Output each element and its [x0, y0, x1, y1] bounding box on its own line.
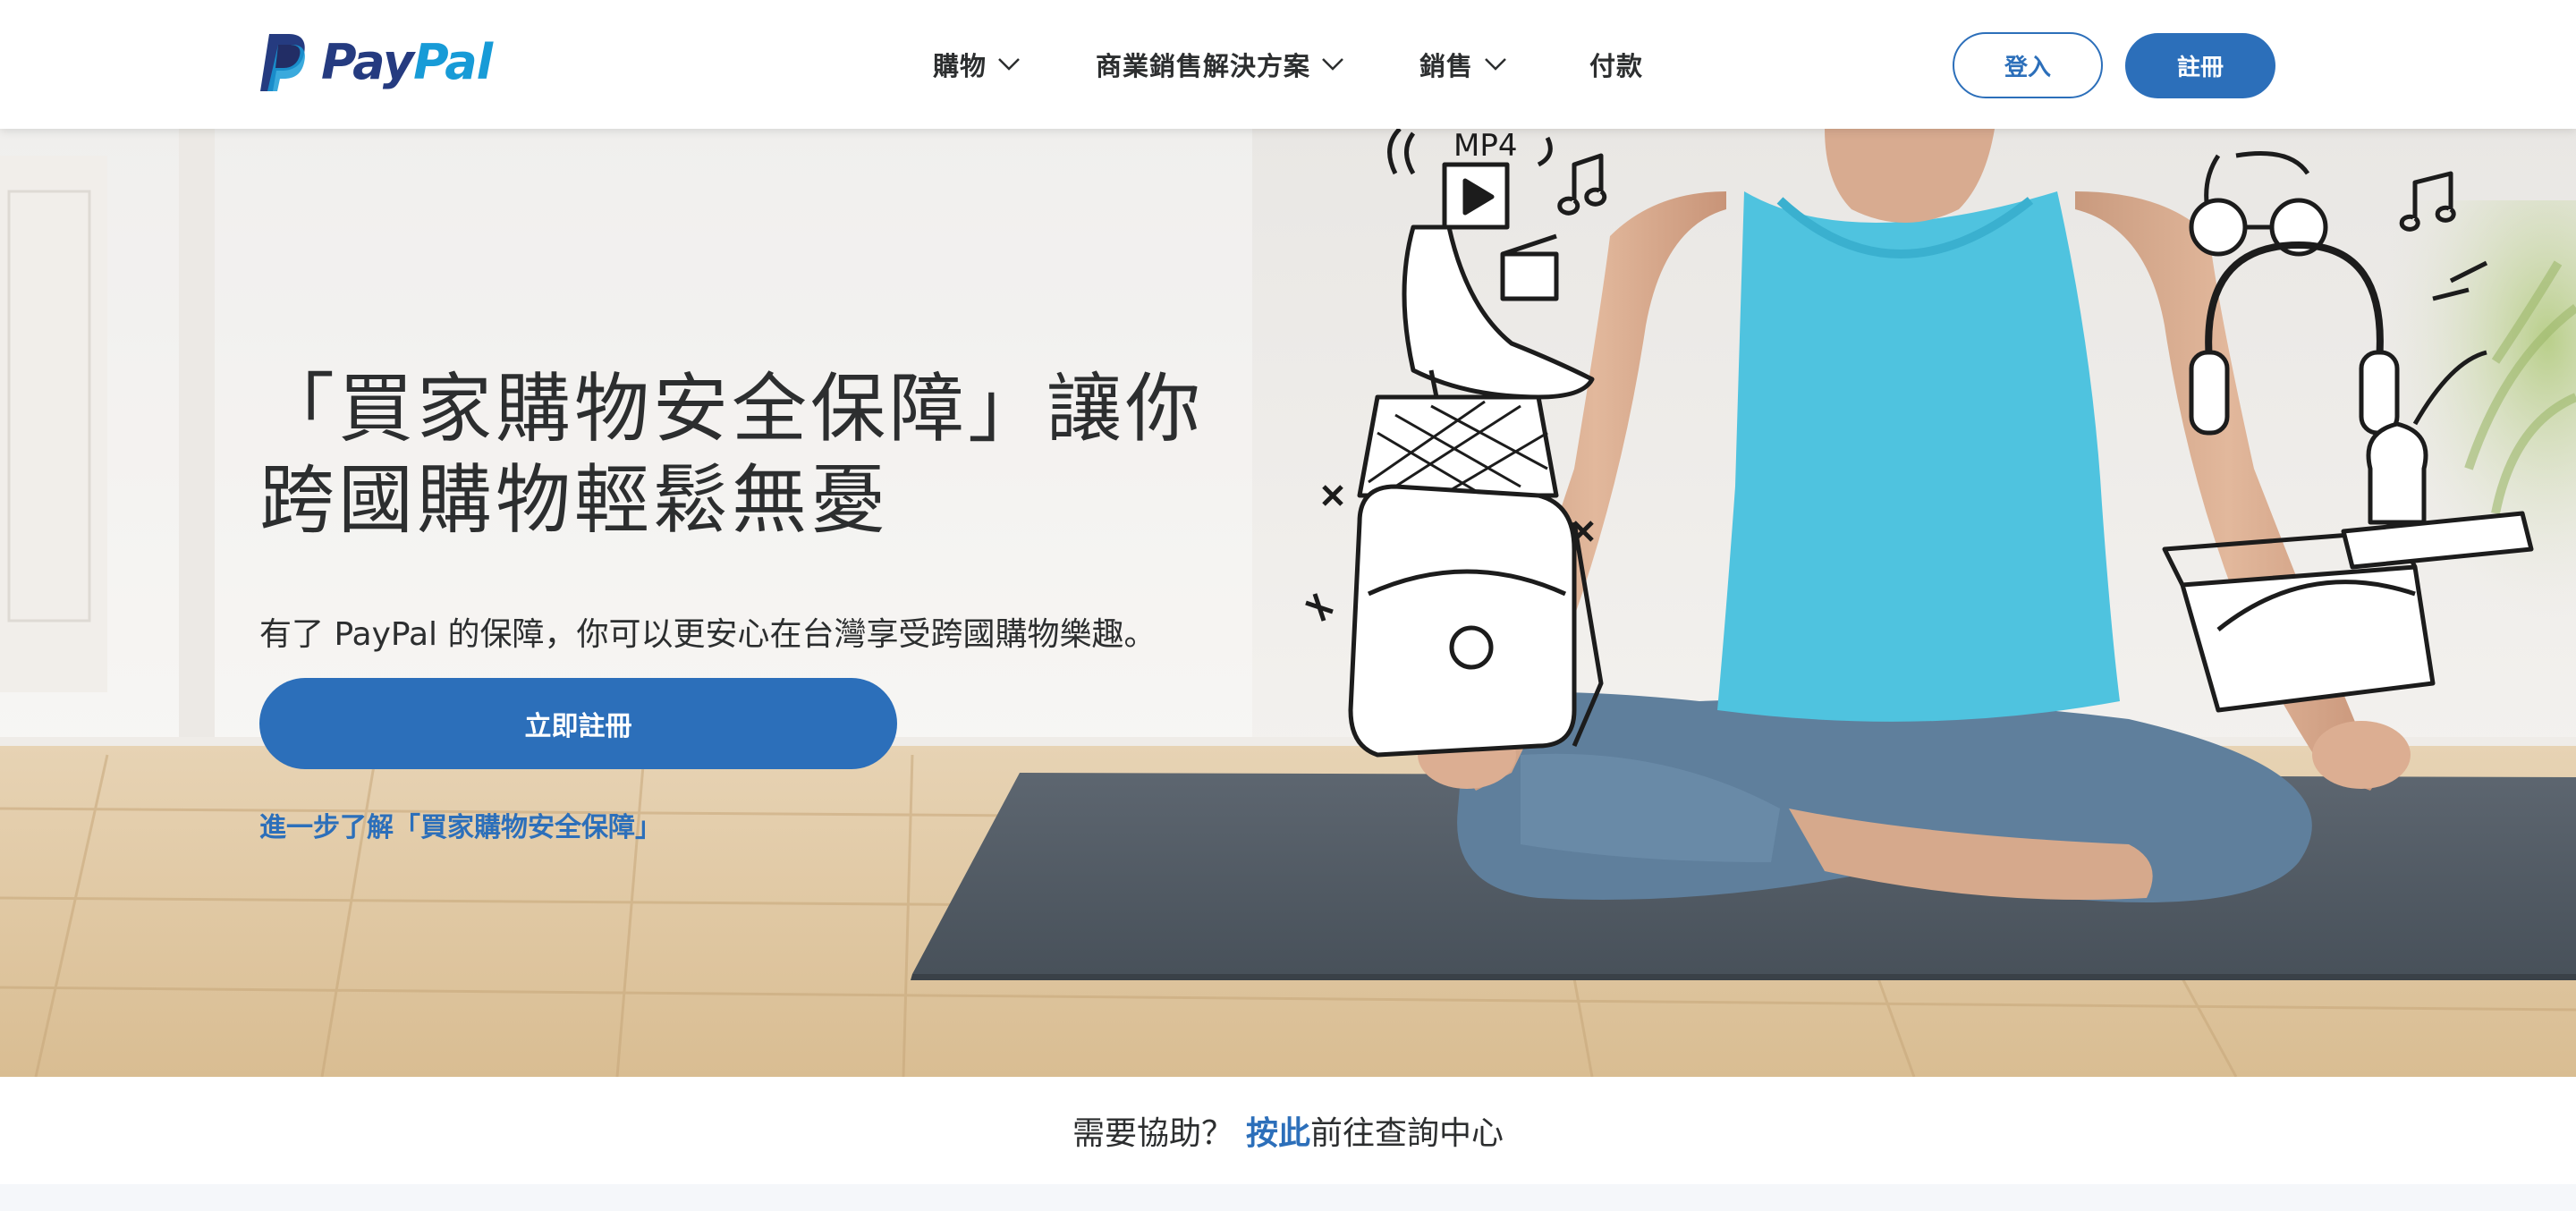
nav-pay[interactable]: 付款 — [1589, 46, 1643, 83]
hero-background-image: MP4 — [0, 129, 2576, 1077]
login-button[interactable]: 登入 — [1953, 32, 2103, 98]
help-prefix: 需要協助？ — [1072, 1115, 1233, 1152]
hero-title: 「買家購物安全保障」讓你跨國購物輕鬆無憂 — [259, 365, 1205, 544]
nav-business-solutions-label: 商業銷售解決方案 — [1096, 51, 1311, 81]
nav-sell-label: 銷售 — [1419, 51, 1474, 81]
nav-pay-label: 付款 — [1589, 51, 1644, 81]
hero-subtitle: 有了 PayPal 的保障，你可以更安心在台灣享受跨國購物樂趣。 — [259, 616, 1157, 653]
paypal-wordmark: PayPal — [321, 34, 493, 90]
nav-shopping-label: 購物 — [933, 51, 987, 81]
help-center-link[interactable]: 按此 — [1246, 1107, 1310, 1154]
learn-more-buyer-protection-link[interactable]: 進一步了解「買家購物安全保障」 — [259, 805, 662, 844]
main-nav-business: 商業銷售解決方案 — [1096, 0, 1344, 129]
site-header: PayPal 購物 商業銷售解決方案 銷售 付款 登入 註冊 — [0, 0, 2576, 129]
nav-sell[interactable]: 銷售 — [1419, 46, 1507, 83]
chevron-down-icon — [1322, 58, 1343, 71]
chevron-down-icon — [998, 58, 1020, 71]
nav-business-solutions[interactable]: 商業銷售解決方案 — [1096, 46, 1344, 83]
main-nav: 購物 — [933, 0, 1021, 129]
hero-banner: MP4 「買家購物安全保障」讓你跨國購物輕鬆無憂 有了 PayPal 的保障，你… — [0, 129, 2576, 1077]
main-nav-sell: 銷售 — [1419, 0, 1507, 129]
main-nav-pay: 付款 — [1589, 0, 1643, 129]
help-bar: 需要協助？ 按此 前往查詢中心 — [0, 1077, 2576, 1184]
mp4-label: MP4 — [1453, 129, 1517, 164]
signup-now-button[interactable]: 立即註冊 — [259, 678, 897, 769]
paypal-logo[interactable]: PayPal — [258, 32, 493, 93]
footer-strip — [0, 1184, 2576, 1211]
chevron-down-icon — [1485, 58, 1506, 71]
signup-button[interactable]: 註冊 — [2125, 33, 2275, 98]
help-suffix: 前往查詢中心 — [1310, 1115, 1504, 1152]
paypal-p-icon — [260, 34, 305, 91]
nav-shopping[interactable]: 購物 — [933, 46, 1021, 83]
